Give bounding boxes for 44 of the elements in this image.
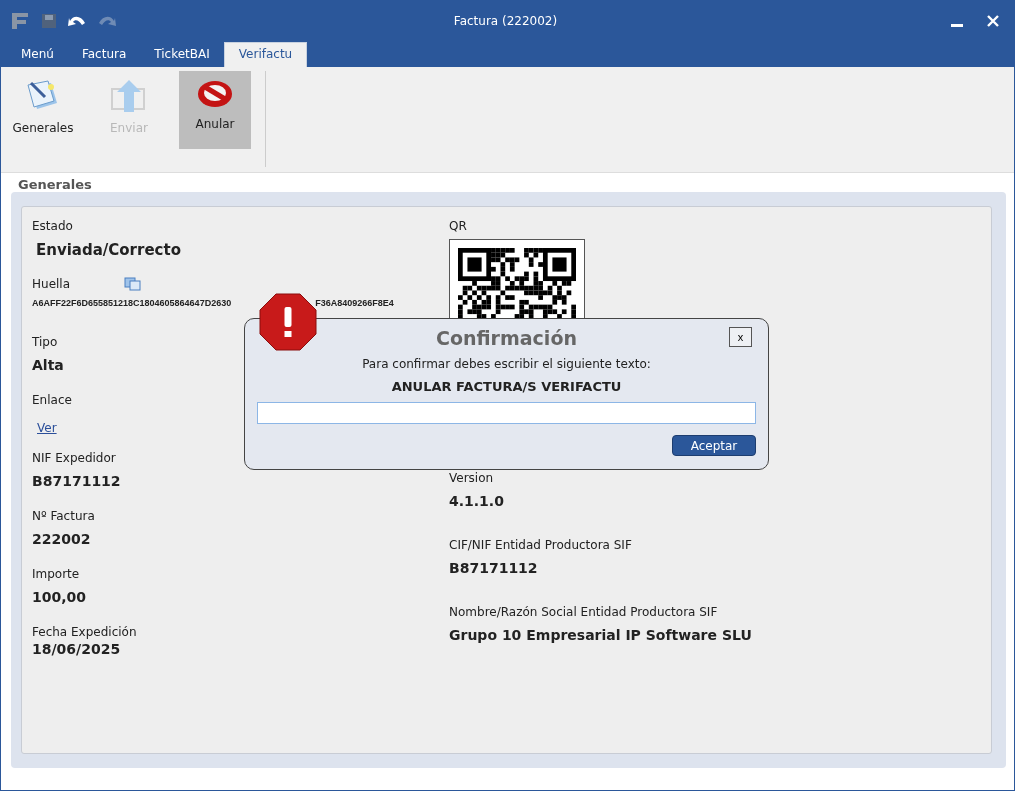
field-value: B87171112 bbox=[449, 560, 538, 576]
field-value: 222002 bbox=[32, 531, 91, 547]
ribbon-tab[interactable]: Verifactu bbox=[223, 42, 308, 67]
close-icon[interactable] bbox=[986, 14, 1000, 28]
field-label: Enlace bbox=[32, 393, 72, 407]
field-value: 18/06/2025 bbox=[32, 641, 121, 657]
field-label: QR bbox=[449, 219, 467, 233]
field-label: Version bbox=[449, 471, 494, 485]
ribbon-tab[interactable]: Factura bbox=[67, 43, 141, 67]
hash-value: F36A8409266F8E4 bbox=[315, 298, 394, 308]
group-title: Generales bbox=[18, 177, 93, 192]
field-label: NIF Expedidor bbox=[32, 451, 116, 465]
ribbon-button[interactable]: Anular bbox=[179, 71, 251, 149]
field-label: Huella bbox=[32, 277, 71, 291]
field-label: Estado bbox=[32, 219, 73, 233]
ribbon-tab[interactable]: TicketBAI bbox=[140, 43, 224, 67]
window-title: Factura (222002) bbox=[452, 14, 559, 28]
copy-icon[interactable] bbox=[124, 277, 143, 291]
field-label: Nº Factura bbox=[32, 509, 95, 523]
field-value: 100,00 bbox=[32, 589, 87, 605]
field-label: CIF/NIF Entidad Productora SIF bbox=[449, 538, 632, 552]
field-value: 4.1.1.0 bbox=[449, 493, 504, 509]
field-value: Enviada/Correcto bbox=[36, 241, 181, 259]
save-icon[interactable] bbox=[41, 13, 57, 29]
forbidden-sign-icon bbox=[196, 79, 234, 109]
input-field[interactable] bbox=[257, 402, 756, 424]
accept-button[interactable]: Aceptar bbox=[672, 435, 756, 456]
ribbon-tab[interactable]: Menú bbox=[7, 43, 68, 67]
ribbon-button[interactable]: Generales bbox=[7, 71, 79, 149]
hash-value: A6AFF22F6D655851218C1804605864647D2630 bbox=[32, 298, 232, 308]
field-value: B87171112 bbox=[32, 473, 121, 489]
dialog-message: Para confirmar debes escribir el siguiente texto: bbox=[361, 357, 652, 371]
field-value: Grupo 10 Empresarial IP Software SLU bbox=[449, 627, 752, 643]
field-label: Nombre/Razón Social Entidad Productora SIF bbox=[449, 605, 718, 619]
field-value: Alta bbox=[32, 357, 64, 373]
field-label: Importe bbox=[32, 567, 80, 581]
close-button[interactable]: x bbox=[729, 327, 752, 347]
dialog-title: Confirmación bbox=[436, 327, 577, 349]
field-label: Tipo bbox=[32, 335, 58, 349]
view-link[interactable]: Ver bbox=[37, 421, 57, 435]
confirmation-phrase: ANULAR FACTURA/S VERIFACTU bbox=[390, 379, 623, 394]
warning-icon bbox=[259, 293, 317, 351]
app-logo-icon bbox=[11, 12, 31, 30]
field-label: Fecha Expedición bbox=[32, 625, 137, 639]
